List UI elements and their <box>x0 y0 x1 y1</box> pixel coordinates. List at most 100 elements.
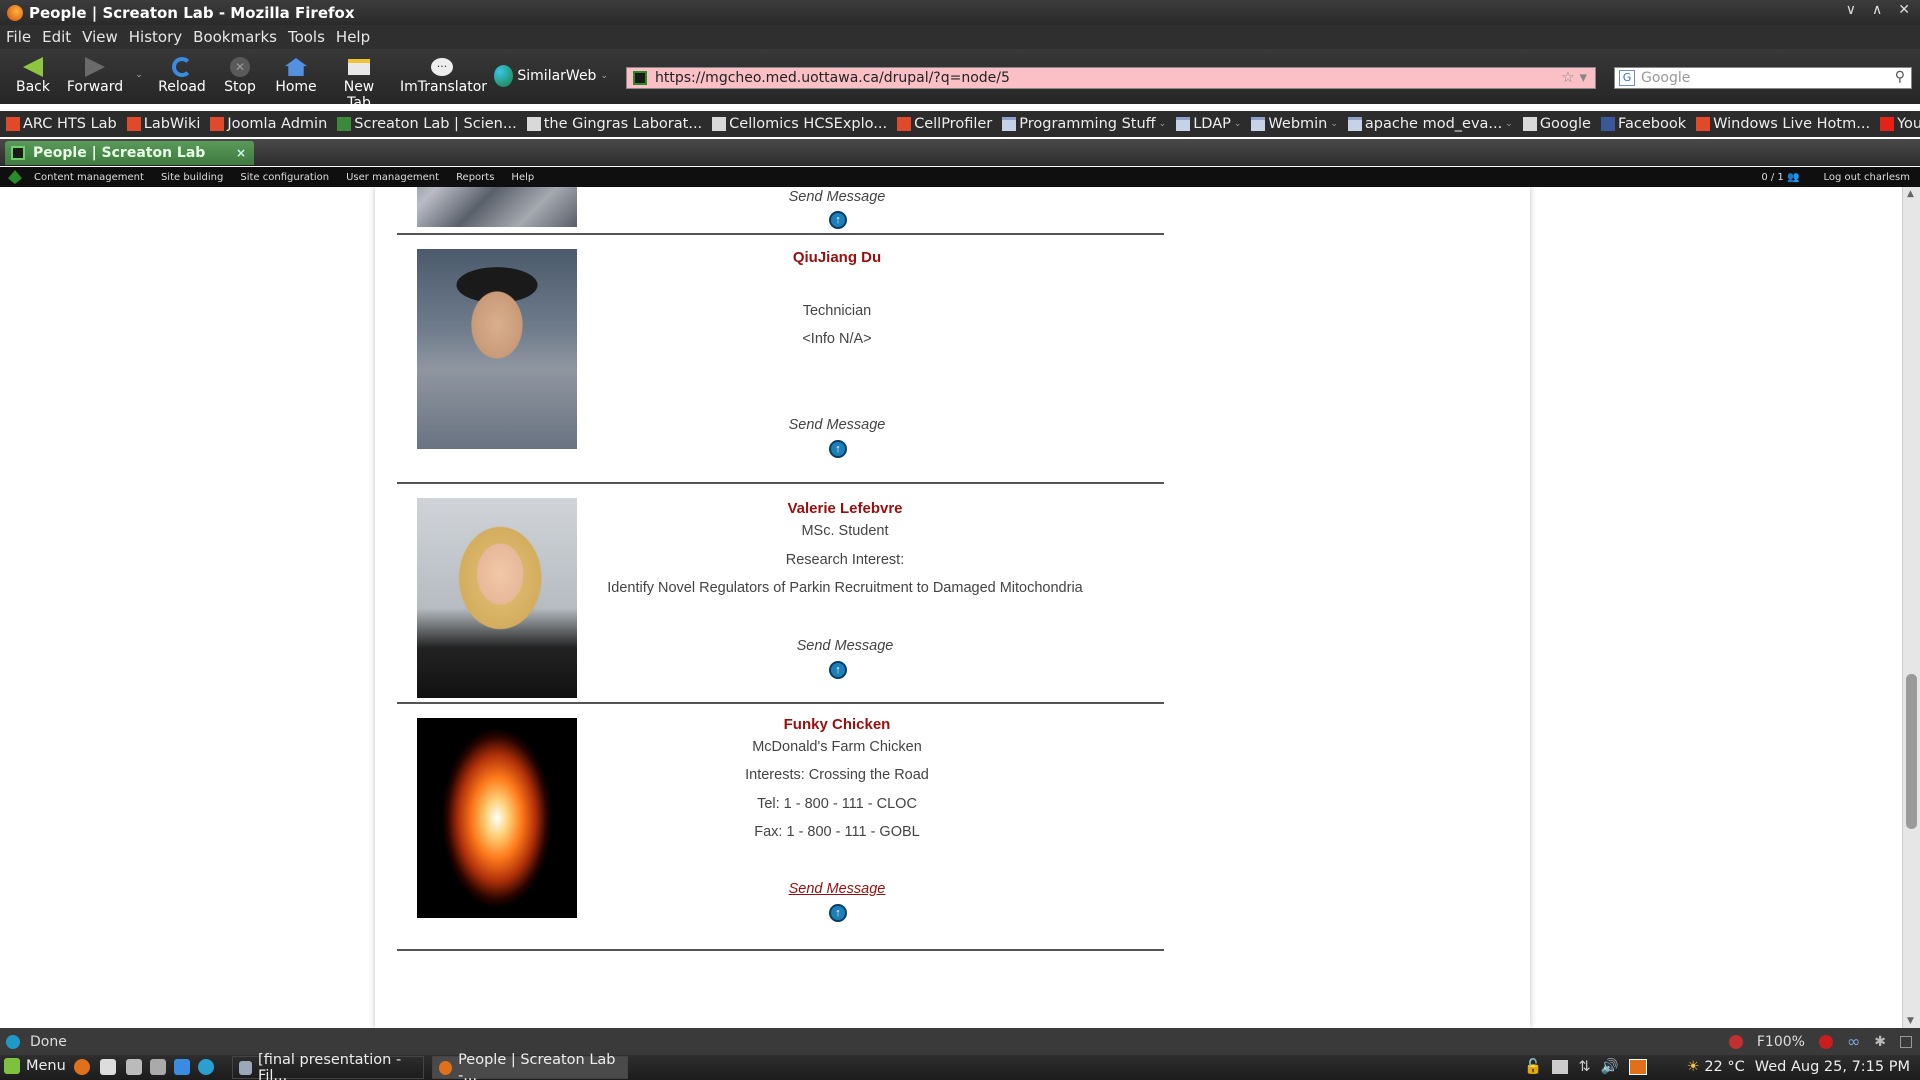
scrollbar-thumb[interactable] <box>1906 674 1917 829</box>
search-input[interactable]: Google <box>1641 70 1690 86</box>
chevron-down-icon: ⌄ <box>135 70 143 80</box>
bookmark-label: Programming Stuff <box>1019 116 1156 132</box>
back-to-top-icon[interactable]: ↑ <box>829 904 847 922</box>
bookmark-icon <box>126 117 141 131</box>
bookmark-item[interactable]: Facebook <box>1600 116 1687 132</box>
bookmark-item[interactable]: Screaton Lab | Scien... <box>337 116 517 132</box>
search-bar[interactable]: G Google ⚲ <box>1614 67 1912 89</box>
drupal-icon[interactable] <box>8 170 22 184</box>
admin-site-configuration[interactable]: Site configuration <box>240 172 329 183</box>
person-info: Valerie Lefebvre MSc. Student Research I… <box>601 484 1089 700</box>
new-tab-icon <box>348 59 370 75</box>
forward-button[interactable]: Forward <box>66 55 124 95</box>
menu-help[interactable]: Help <box>336 28 370 46</box>
menu-file[interactable]: File <box>6 28 31 46</box>
search-icon[interactable]: ⚲ <box>1895 69 1905 85</box>
taskbar-item-file-manager[interactable]: [final presentation - Fil... <box>232 1052 424 1080</box>
pidgin-launcher-icon[interactable] <box>150 1059 166 1075</box>
url-text[interactable]: https://mgcheo.med.uottawa.ca/drupal/?q=… <box>655 70 1010 86</box>
bookmark-item[interactable]: Google <box>1522 116 1591 132</box>
similarweb-button[interactable]: SimilarWeb ⌄ <box>494 65 608 87</box>
start-menu-button[interactable]: Menu <box>4 1058 66 1074</box>
person-role: MSc. Student <box>801 523 889 539</box>
weather-widget[interactable]: ☀ 22 °C <box>1687 1059 1745 1075</box>
tab-people-screaton-lab[interactable]: People | Screaton Lab × <box>5 141 254 165</box>
back-to-top-icon[interactable]: ↑ <box>829 211 847 229</box>
close-window-button[interactable]: ✕ <box>1898 2 1910 18</box>
send-message-link[interactable]: Send Message <box>601 638 1089 654</box>
url-bar[interactable]: https://mgcheo.med.uottawa.ca/drupal/?q=… <box>626 67 1596 89</box>
resize-grip-icon[interactable] <box>1900 1035 1912 1048</box>
lock-icon[interactable] <box>1728 1034 1743 1049</box>
bookmark-item[interactable]: CellProfiler <box>897 116 992 132</box>
minimize-button[interactable]: ∨ <box>1846 2 1856 18</box>
scroll-up-icon[interactable]: ▲ <box>1907 189 1914 199</box>
bookmark-folder[interactable]: Programming Stuff ⌄ <box>1002 116 1166 132</box>
menu-view[interactable]: View <box>82 28 118 46</box>
history-dropdown-button[interactable]: ⌄ <box>132 65 146 81</box>
notes-launcher-icon[interactable] <box>126 1059 142 1075</box>
imtranslator-button[interactable]: ··· ImTranslator <box>400 55 487 95</box>
scroll-down-icon[interactable]: ▼ <box>1907 1016 1914 1026</box>
bookmark-item[interactable]: Cellomics HCSExplo... <box>712 116 887 132</box>
send-message-link[interactable]: Send Message <box>627 189 1047 205</box>
send-message-link[interactable]: Send Message <box>627 881 1047 897</box>
firefox-tray-icon[interactable] <box>1628 1058 1647 1075</box>
home-label: Home <box>275 79 317 95</box>
similarweb-status-icon[interactable] <box>6 1034 20 1049</box>
clipboard-icon[interactable] <box>1552 1059 1569 1074</box>
close-tab-icon[interactable]: × <box>236 146 246 160</box>
person-entry: QiuJiang Du Technician <Info N/A> Send M… <box>397 235 1164 484</box>
firefox-launcher-icon[interactable] <box>74 1059 90 1075</box>
bookmark-item[interactable]: Joomla Admin <box>210 116 327 132</box>
lock-icon[interactable]: 🔓 <box>1524 1058 1542 1075</box>
bookmark-item[interactable]: LabWiki <box>126 116 200 132</box>
network-icon[interactable]: ⇅ <box>1578 1059 1590 1075</box>
users-online-counter[interactable]: 0 / 1 👥 <box>1761 172 1799 183</box>
admin-reports[interactable]: Reports <box>456 172 494 183</box>
menu-history[interactable]: History <box>129 28 182 46</box>
bookmark-icon <box>210 117 225 131</box>
bookmark-folder[interactable]: Webmin ⌄ <box>1251 116 1338 132</box>
bookmark-item[interactable]: YouTube <box>1880 116 1920 132</box>
admin-content-management[interactable]: Content management <box>34 172 144 183</box>
bookmark-folder[interactable]: LDAP ⌄ <box>1176 116 1241 132</box>
new-tab-button[interactable]: New Tab <box>330 55 388 111</box>
bookmark-item[interactable]: the Gingras Laborat... <box>526 116 702 132</box>
volume-icon[interactable]: 🔊 <box>1601 1058 1619 1075</box>
maximize-button[interactable]: ∧ <box>1872 2 1882 18</box>
menu-tools[interactable]: Tools <box>288 28 325 46</box>
lightning-launcher-icon[interactable] <box>174 1059 190 1075</box>
stop-button[interactable]: ✕ Stop <box>221 55 259 95</box>
logout-link[interactable]: Log out charlesm <box>1823 172 1910 183</box>
text-editor-launcher-icon[interactable] <box>100 1059 116 1075</box>
back-to-top-icon[interactable]: ↑ <box>829 440 847 458</box>
bookmark-item[interactable]: ARC HTS Lab <box>6 116 117 132</box>
taskbar-item-firefox[interactable]: People | Screaton Lab -... <box>432 1052 628 1080</box>
clock[interactable]: Wed Aug 25, 7:15 PM <box>1755 1059 1910 1075</box>
bookmark-star-icon[interactable]: ☆ ▾ <box>1561 68 1587 86</box>
send-message-link[interactable]: Send Message <box>627 417 1047 433</box>
menu-bookmarks[interactable]: Bookmarks <box>193 28 277 46</box>
admin-site-building[interactable]: Site building <box>161 172 223 183</box>
vertical-scrollbar[interactable]: ▲ ▼ <box>1902 187 1920 1028</box>
home-button[interactable]: Home <box>275 55 317 95</box>
adblock-icon[interactable] <box>1818 1034 1833 1049</box>
back-button[interactable]: Back <box>14 55 52 95</box>
admin-help[interactable]: Help <box>511 172 534 183</box>
admin-user-management[interactable]: User management <box>346 172 439 183</box>
bookmark-item[interactable]: Windows Live Hotm... <box>1696 116 1870 132</box>
puzzle-icon[interactable]: ✱ <box>1874 1034 1886 1050</box>
bookmark-folder[interactable]: apache mod_eva... ⌄ <box>1347 116 1513 132</box>
zoom-level[interactable]: F100% <box>1757 1034 1805 1050</box>
bookmark-icon <box>897 117 912 131</box>
media-launcher-icon[interactable] <box>198 1059 214 1075</box>
back-to-top-icon[interactable]: ↑ <box>829 661 847 679</box>
reload-button[interactable]: Reload <box>158 55 206 95</box>
infinity-icon[interactable]: ∞ <box>1847 1032 1860 1051</box>
bookmark-label: Facebook <box>1617 116 1687 132</box>
google-engine-icon[interactable]: G <box>1619 70 1635 86</box>
menu-edit[interactable]: Edit <box>42 28 71 46</box>
person-research-interest: Identify Novel Regulators of Parkin Recr… <box>607 580 1083 596</box>
site-favicon <box>11 146 25 160</box>
